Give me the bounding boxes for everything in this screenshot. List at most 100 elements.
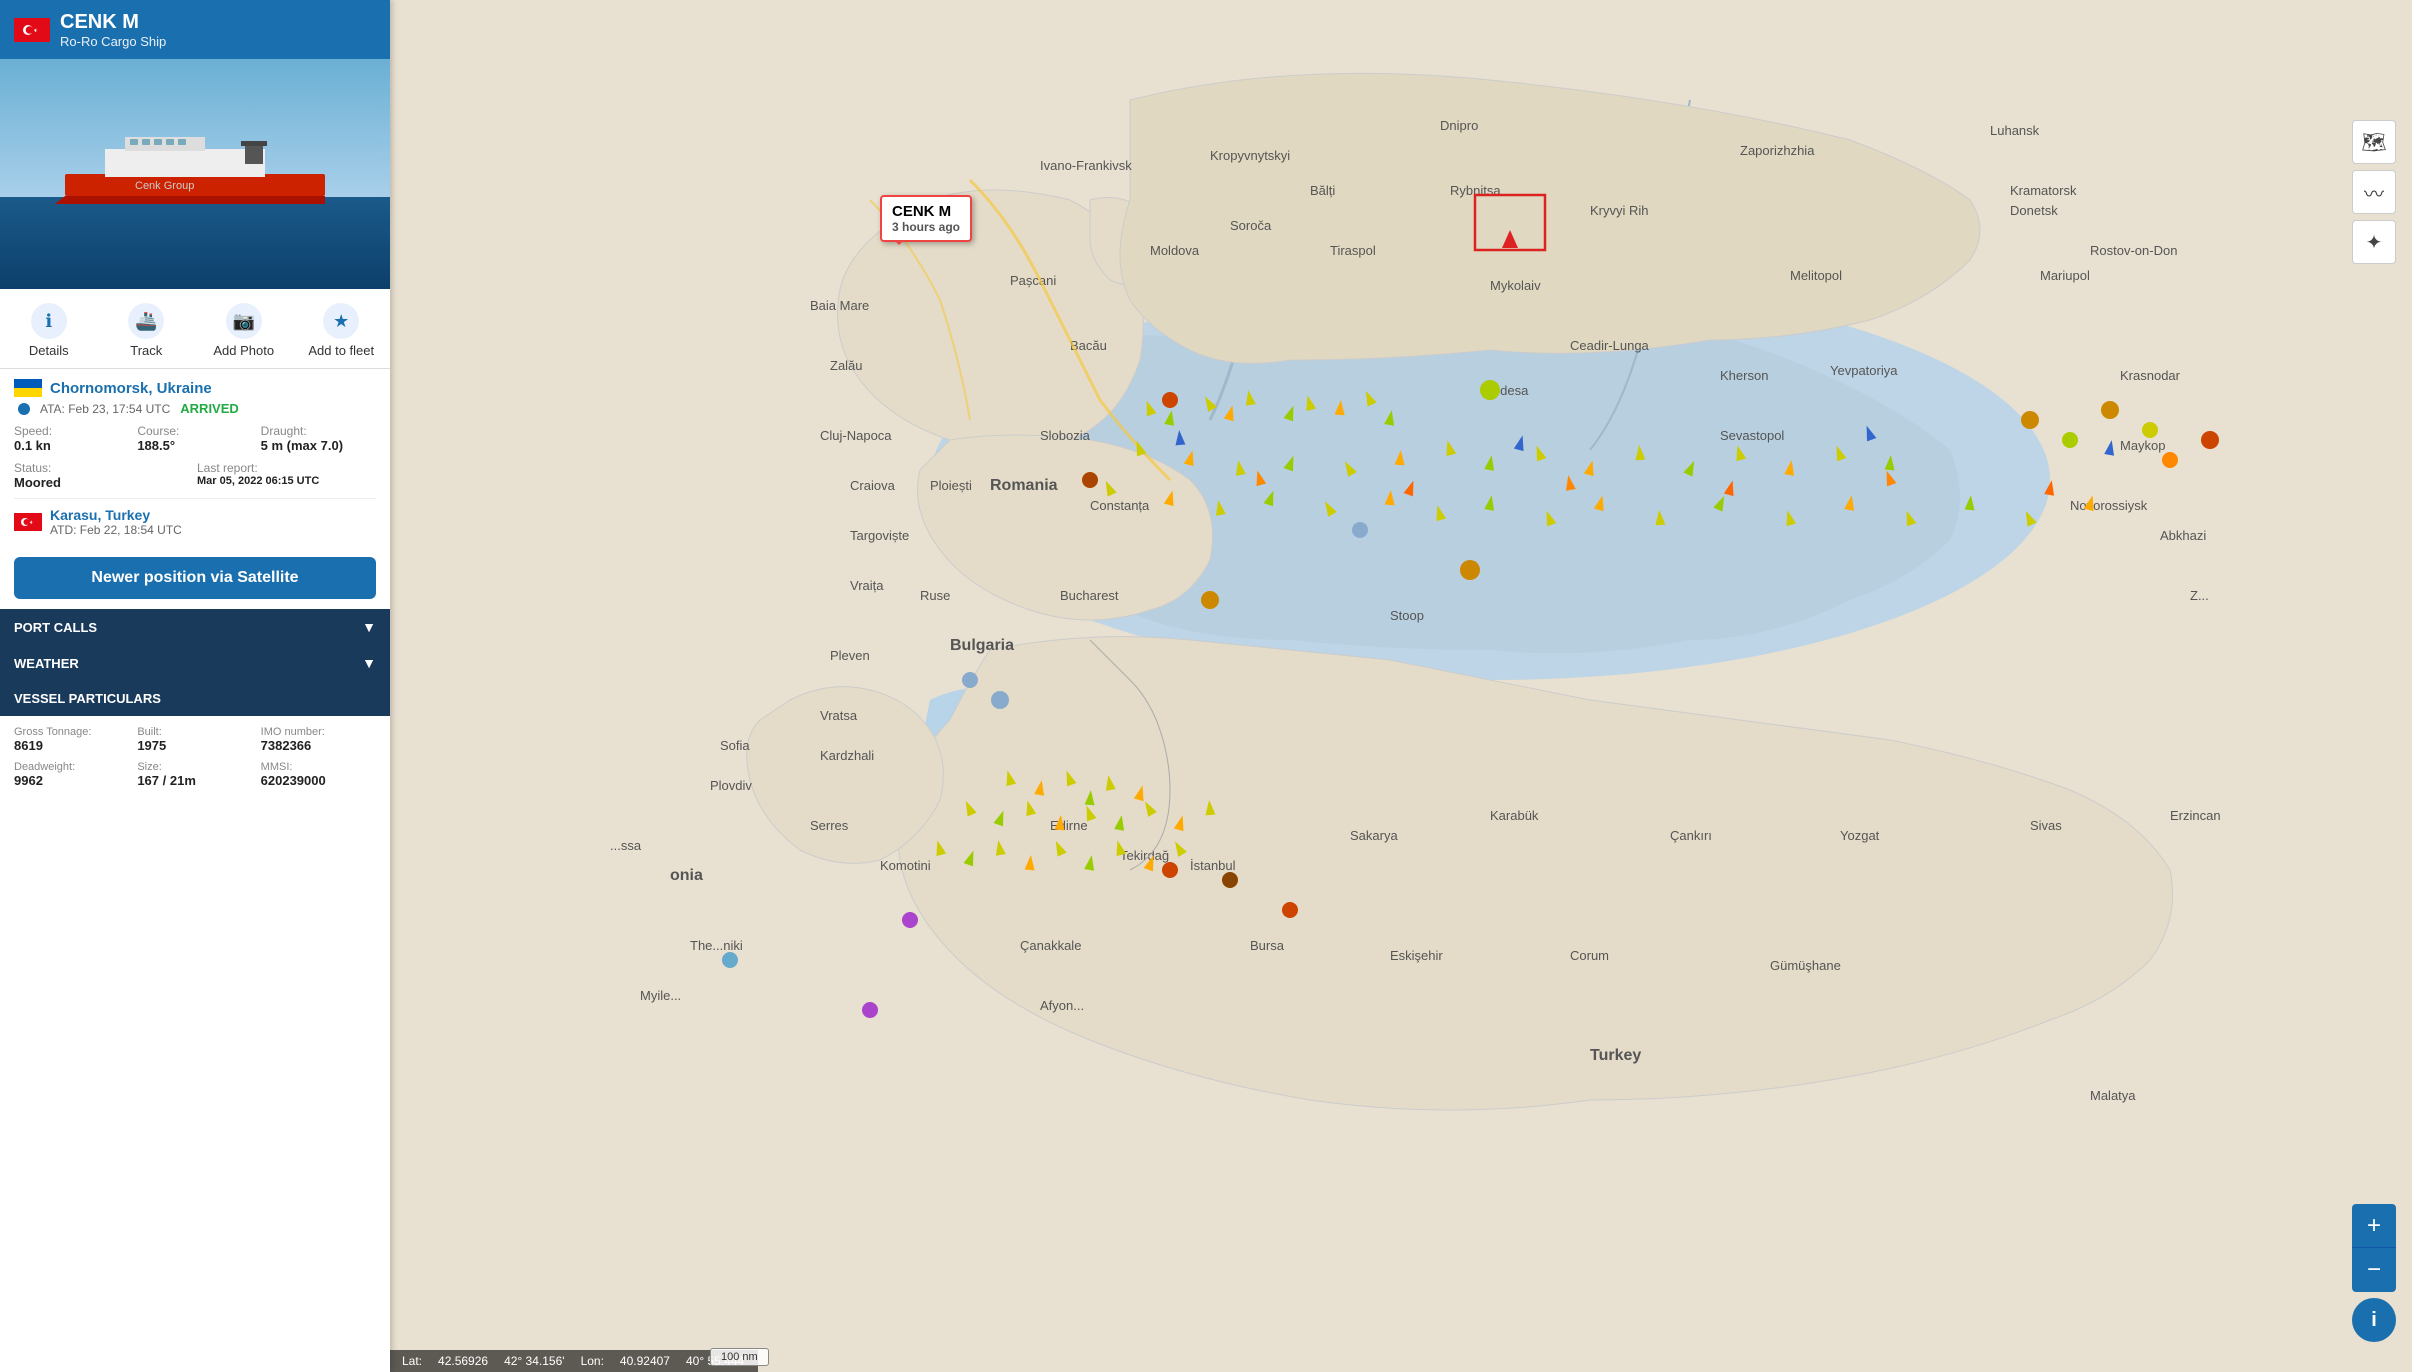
ship-photo: Cenk Group [0, 59, 390, 289]
add-to-fleet-button[interactable]: ★ Add to fleet [293, 297, 391, 364]
vessel-flag [14, 18, 50, 42]
svg-text:Bucharest: Bucharest [1060, 588, 1119, 603]
imo-value: 7382366 [261, 738, 376, 753]
svg-text:Sivas: Sivas [2030, 818, 2062, 833]
svg-text:Zalău: Zalău [830, 358, 863, 373]
lat2-value: 42° 34.156' [504, 1354, 564, 1368]
svg-text:Dnipro: Dnipro [1440, 118, 1478, 133]
svg-text:Sofia: Sofia [720, 738, 750, 753]
info-button[interactable]: i [2352, 1298, 2396, 1342]
svg-text:Afyon...: Afyon... [1040, 998, 1084, 1013]
svg-text:Cenk Group: Cenk Group [135, 180, 194, 192]
last-report-value: Mar 05, 2022 06:15 UTC [197, 475, 376, 487]
svg-text:Ploiești: Ploiești [930, 478, 972, 493]
speed-stat: Speed: 0.1 kn [14, 424, 129, 453]
svg-text:Corum: Corum [1570, 948, 1609, 963]
vessel-header: CENK M Ro-Ro Cargo Ship [0, 0, 390, 59]
svg-text:Rostov-on-Don: Rostov-on-Don [2090, 243, 2177, 258]
timeline-dot-dest [18, 403, 30, 415]
ship-silhouette: Cenk Group [45, 129, 345, 209]
add-photo-button[interactable]: 📷 Add Photo [195, 297, 293, 364]
svg-text:Kropyvnytskyi: Kropyvnytskyi [1210, 148, 1290, 163]
svg-text:Mykolaiv: Mykolaiv [1490, 278, 1541, 293]
svg-text:Constanța: Constanța [1090, 498, 1150, 513]
status-row: Status: Moored Last report: Mar 05, 2022… [14, 461, 376, 490]
satellite-button[interactable]: Newer position via Satellite [14, 557, 376, 599]
vessel-type: Ro-Ro Cargo Ship [60, 34, 166, 49]
port-calls-arrow: ▼ [362, 619, 376, 635]
svg-text:Baia Mare: Baia Mare [810, 298, 869, 313]
map-layers-button[interactable]: 🗺 [2352, 120, 2396, 164]
svg-text:Slobozia: Slobozia [1040, 428, 1091, 443]
svg-text:Kherson: Kherson [1720, 368, 1768, 383]
svg-text:Tiraspol: Tiraspol [1330, 243, 1376, 258]
details-icon: ℹ [31, 303, 67, 339]
map-controls-right: 🗺 〰 ✦ [2352, 120, 2396, 264]
svg-text:Yozgat: Yozgat [1840, 828, 1880, 843]
svg-text:Soroča: Soroča [1230, 218, 1272, 233]
size-item: Size: 167 / 21m [137, 761, 252, 788]
track-button[interactable]: 🚢 Track [98, 297, 196, 364]
port-calls-label: PORT CALLS [14, 620, 97, 635]
port-calls-header[interactable]: PORT CALLS ▼ [0, 609, 390, 645]
svg-text:Pașcani: Pașcani [1010, 273, 1056, 288]
svg-text:Sevastopol: Sevastopol [1720, 428, 1784, 443]
speed-label: Speed: [14, 424, 129, 438]
details-button[interactable]: ℹ Details [0, 297, 98, 364]
coordinates-bar: Lat: 42.56926 42° 34.156' Lon: 40.92407 … [390, 1350, 758, 1372]
details-label: Details [29, 343, 69, 358]
track-icon: 🚢 [128, 303, 164, 339]
last-report-stat: Last report: Mar 05, 2022 06:15 UTC [197, 461, 376, 490]
svg-text:The...niki: The...niki [690, 938, 743, 953]
svg-text:Ruse: Ruse [920, 588, 950, 603]
svg-text:Vratsa: Vratsa [820, 708, 858, 723]
svg-text:Pleven: Pleven [830, 648, 870, 663]
mmsi-item: MMSI: 620239000 [261, 761, 376, 788]
svg-text:Novorossiysk: Novorossiysk [2070, 498, 2148, 513]
map-area[interactable]: Ivano-Frankivsk Kropyvnytskyi Dnipro Zap… [390, 0, 2412, 1372]
wind-button[interactable]: 〰 [2352, 170, 2396, 214]
zoom-in-button[interactable]: + [2352, 1204, 2396, 1248]
svg-text:Ceadir-Lunga: Ceadir-Lunga [1570, 338, 1650, 353]
svg-text:Vraița: Vraița [850, 578, 884, 593]
layers-icon: 🗺 [2361, 130, 2386, 155]
svg-text:Kryvyi Rih: Kryvyi Rih [1590, 203, 1649, 218]
lat-label: Lat: [402, 1354, 422, 1368]
gross-tonnage-label: Gross Tonnage: [14, 726, 129, 738]
zoom-out-button[interactable]: − [2352, 1248, 2396, 1292]
course-stat: Course: 188.5° [137, 424, 252, 453]
compass-button[interactable]: ✦ [2352, 220, 2396, 264]
vessel-particulars-header[interactable]: VESSEL PARTICULARS [0, 681, 390, 716]
speed-value: 0.1 kn [14, 438, 129, 453]
svg-text:Donetsk: Donetsk [2010, 203, 2058, 218]
ship-popup: CENK M 3 hours ago [880, 195, 972, 242]
imo-item: IMO number: 7382366 [261, 726, 376, 753]
svg-text:Malatya: Malatya [2090, 1088, 2136, 1103]
svg-text:Bălți: Bălți [1310, 183, 1335, 198]
built-item: Built: 1975 [137, 726, 252, 753]
gross-tonnage-item: Gross Tonnage: 8619 [14, 726, 129, 753]
particulars-grid-2: Deadweight: 9962 Size: 167 / 21m MMSI: 6… [14, 761, 376, 788]
deadweight-value: 9962 [14, 773, 129, 788]
svg-text:Edirne: Edirne [1050, 818, 1088, 833]
svg-text:Kramatorsk: Kramatorsk [2010, 183, 2077, 198]
svg-text:Turkey: Turkey [1590, 1047, 1641, 1064]
weather-header[interactable]: WEATHER ▼ [0, 645, 390, 681]
built-value: 1975 [137, 738, 252, 753]
svg-text:İstanbul: İstanbul [1190, 858, 1236, 873]
status-label: Status: [14, 461, 193, 475]
weather-label: WEATHER [14, 656, 79, 671]
scale-bar: 100 nm [710, 1348, 769, 1366]
add-to-fleet-label: Add to fleet [308, 343, 374, 358]
svg-text:Bursa: Bursa [1250, 938, 1285, 953]
destination-port-name: Chornomorsk, Ukraine [50, 380, 212, 397]
course-value: 188.5° [137, 438, 252, 453]
svg-text:Karabük: Karabük [1490, 808, 1539, 823]
imo-label: IMO number: [261, 726, 376, 738]
size-label: Size: [137, 761, 252, 773]
popup-ship-name: CENK M [892, 203, 960, 220]
camera-icon: 📷 [226, 303, 262, 339]
departure-row: Karasu, Turkey ATD: Feb 22, 18:54 UTC [14, 498, 376, 537]
svg-text:Romania: Romania [990, 477, 1058, 494]
weather-arrow: ▼ [362, 655, 376, 671]
